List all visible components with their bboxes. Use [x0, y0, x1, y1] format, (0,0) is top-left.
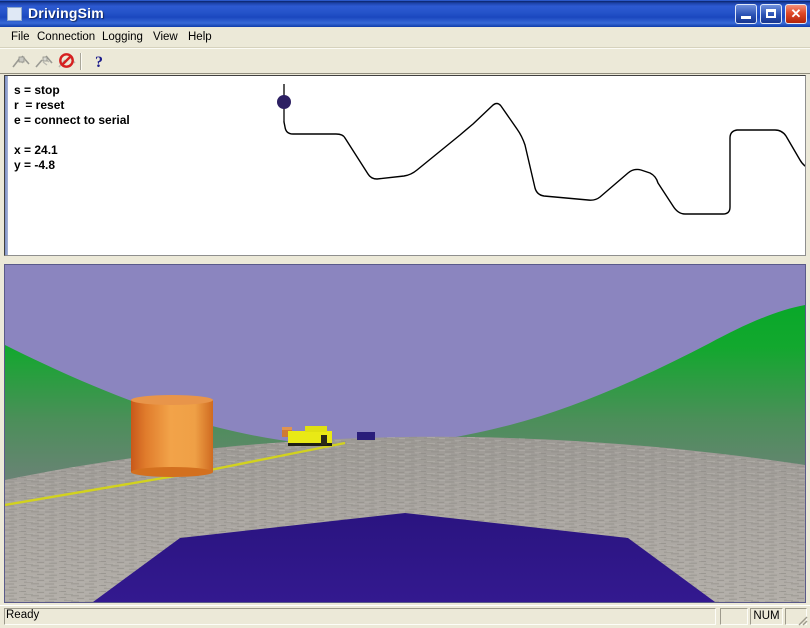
question-mark-icon: ?: [95, 54, 103, 71]
status-bar: Ready NUM: [0, 605, 810, 628]
disconnect-button[interactable]: [33, 51, 55, 72]
stop-connection-icon: [58, 53, 76, 68]
maximize-icon: [766, 9, 776, 18]
toolbar-separator: [80, 53, 82, 70]
status-message-pane: [4, 608, 716, 625]
stop-connection-button[interactable]: [56, 51, 78, 72]
orange-cylinder: [131, 395, 213, 477]
status-message: Ready: [6, 609, 40, 621]
menu-item-help[interactable]: Help: [183, 30, 217, 44]
telemetry-panel: s = stop r = reset e = connect to serial…: [4, 75, 806, 256]
help-button[interactable]: ?: [88, 51, 110, 72]
status-indicator-1: [720, 608, 748, 625]
title-bar: DrivingSim ✕: [0, 0, 810, 27]
status-indicator-num: NUM: [750, 608, 783, 625]
menu-bar: File Connection Logging View Help: [0, 27, 810, 48]
driving-scene: [5, 265, 805, 602]
disconnect-icon: [35, 55, 53, 68]
menu-item-view[interactable]: View: [148, 30, 183, 44]
resize-grip-icon[interactable]: [795, 613, 809, 627]
svg-text:?: ?: [95, 54, 103, 71]
3d-simulation-viewport[interactable]: [4, 264, 806, 603]
trajectory-plot: [277, 84, 805, 215]
trajectory-path: [283, 102, 805, 215]
menu-item-file[interactable]: File: [6, 30, 35, 44]
maximize-button[interactable]: [760, 4, 782, 24]
close-button[interactable]: ✕: [785, 4, 807, 24]
minimize-icon: [741, 16, 751, 19]
app-window-icon: [7, 7, 22, 21]
toolbar: ?: [0, 48, 810, 74]
menu-item-connection[interactable]: Connection: [32, 30, 100, 44]
connect-icon: [12, 55, 30, 68]
close-icon: ✕: [790, 6, 802, 21]
menu-item-logging[interactable]: Logging: [97, 30, 148, 44]
blue-box: [357, 432, 375, 440]
connect-button[interactable]: [10, 51, 32, 72]
minimize-button[interactable]: [735, 4, 757, 24]
window-title: DrivingSim: [28, 5, 104, 21]
trajectory-start-marker: [277, 95, 291, 109]
application-window: DrivingSim ✕ File Connection Logging Vie…: [0, 0, 810, 628]
